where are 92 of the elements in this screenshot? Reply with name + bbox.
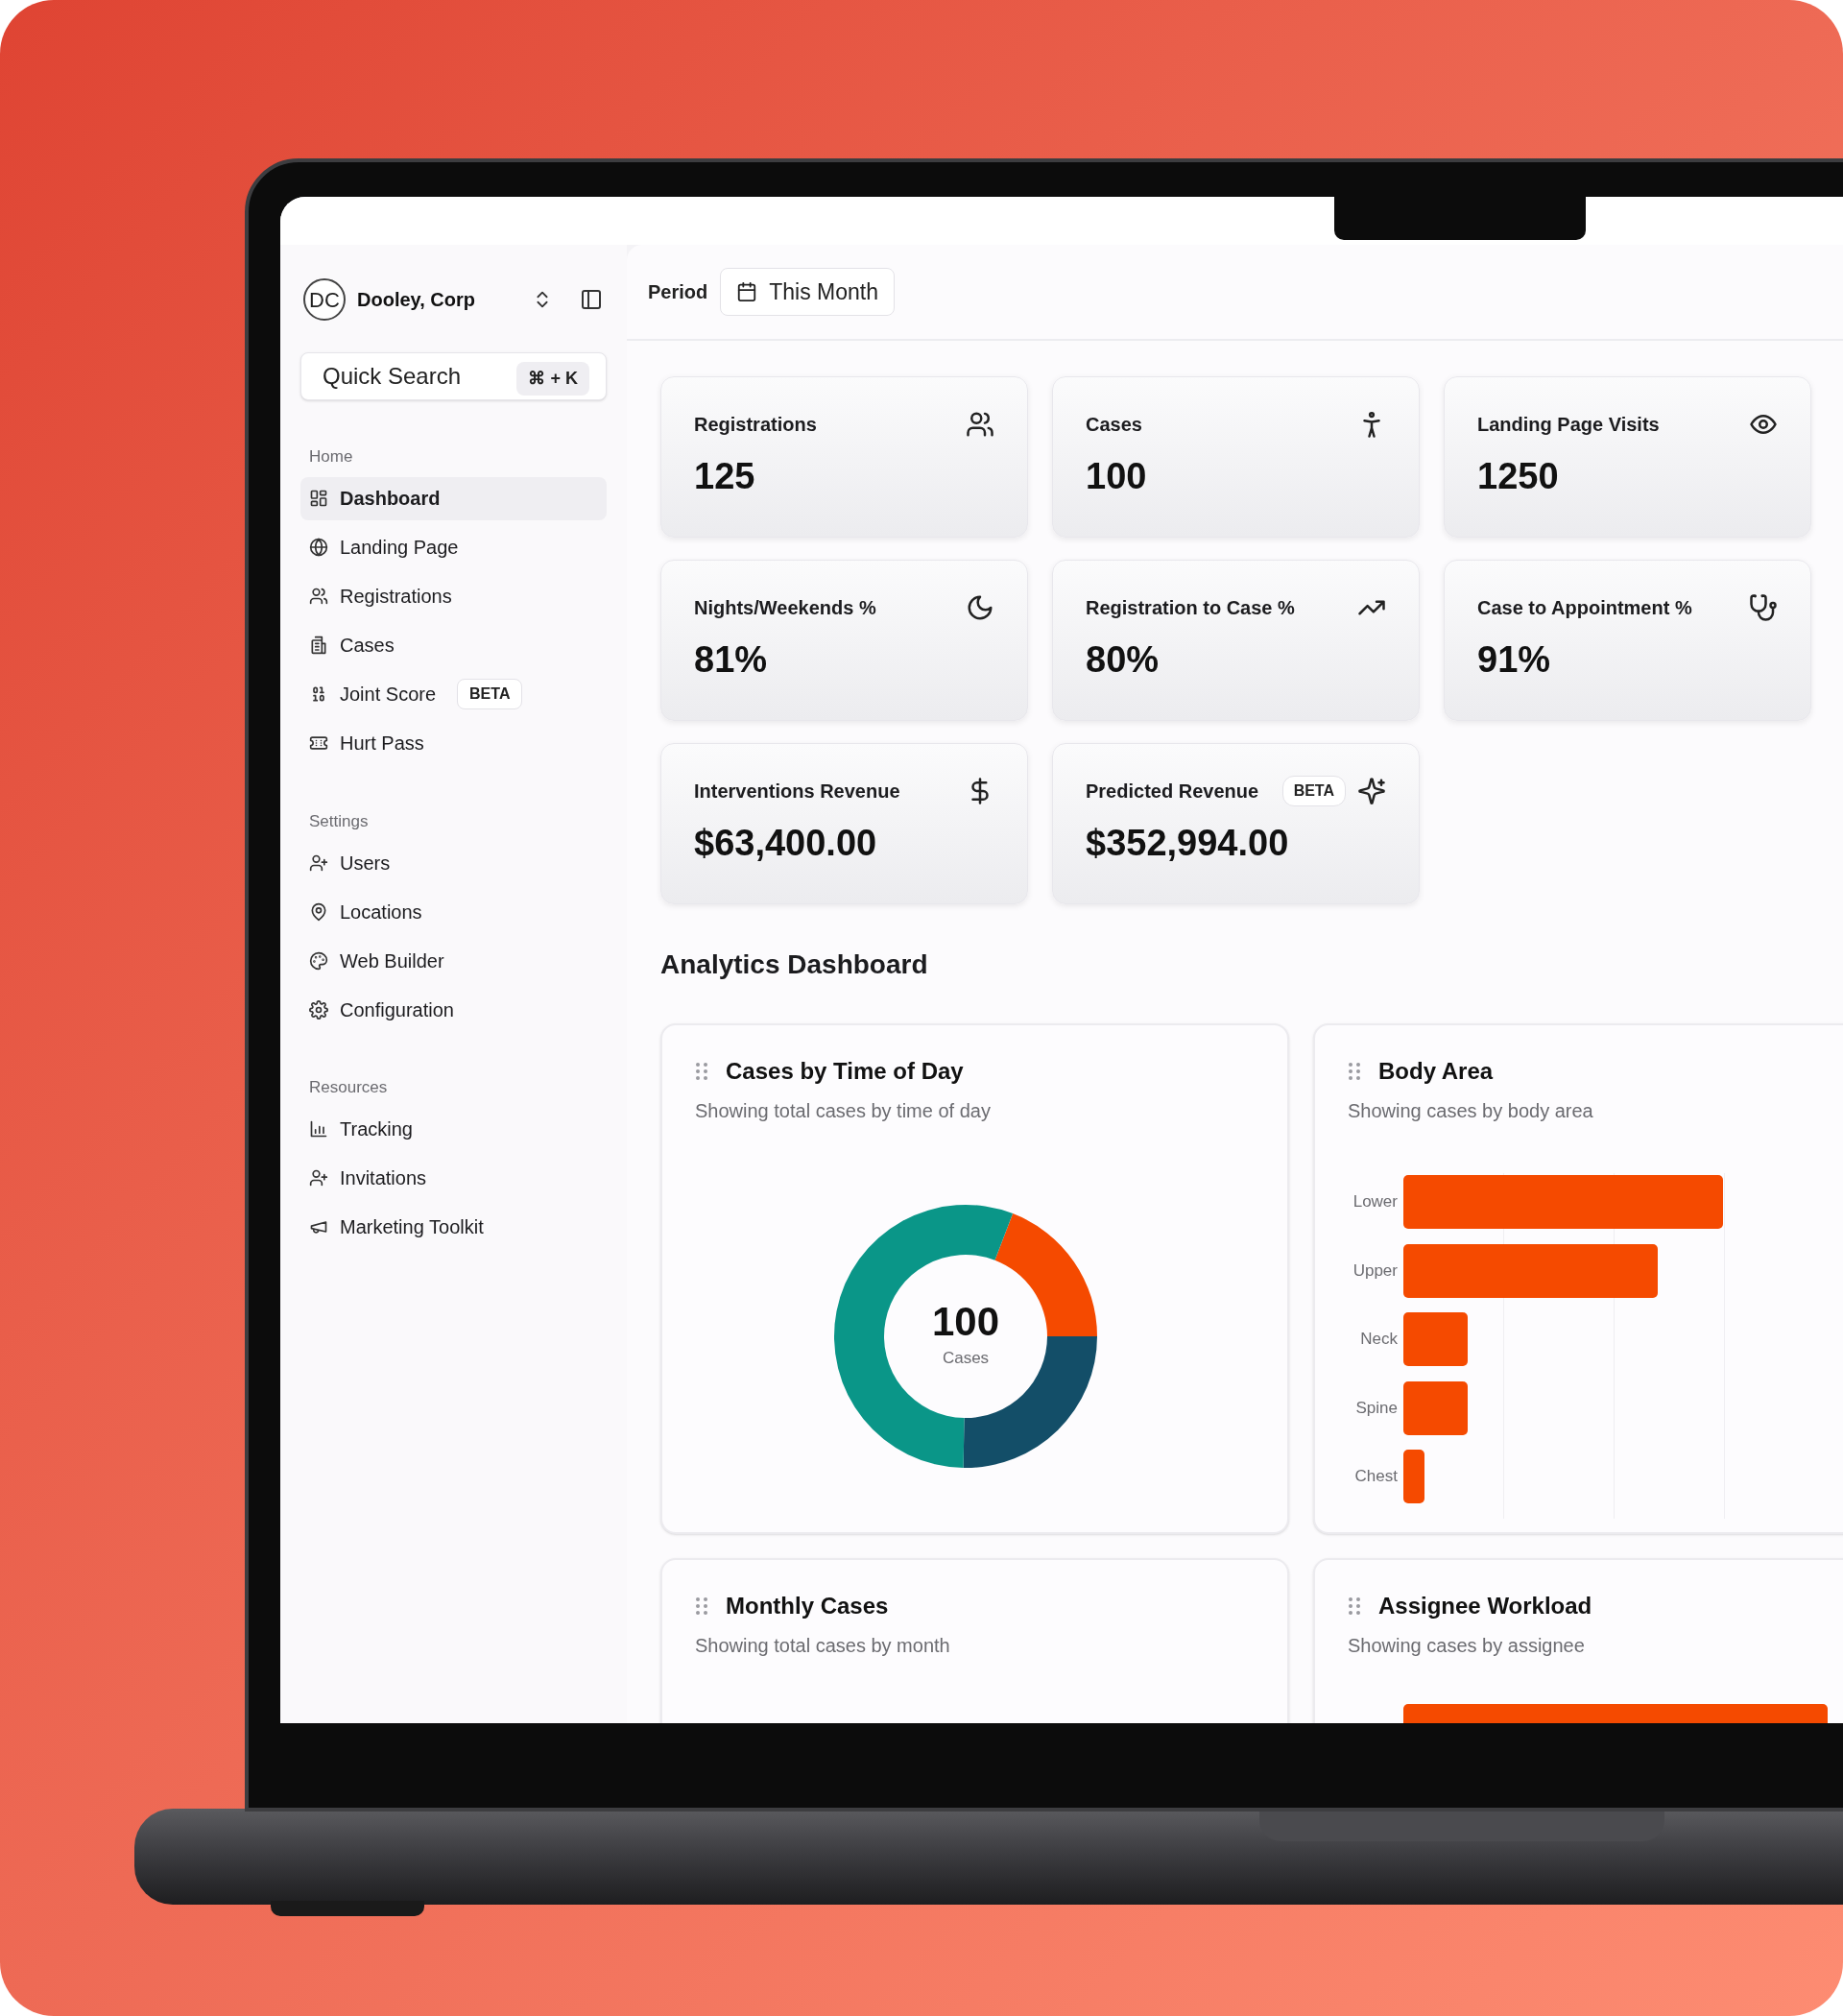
sidebar-item[interactable]: Dashboard bbox=[300, 476, 607, 520]
map-pin-icon bbox=[309, 901, 328, 922]
bar-label: Chest bbox=[1353, 1466, 1398, 1488]
sidebar-item[interactable]: Configuration bbox=[300, 988, 607, 1031]
stat-label: Nights/Weekends % bbox=[694, 596, 876, 620]
period-dropdown[interactable]: This Month bbox=[720, 268, 895, 316]
sidebar-item[interactable]: Web Builder bbox=[300, 939, 607, 982]
sidebar-item-label: Users bbox=[340, 851, 391, 876]
stat-value: 81% bbox=[694, 641, 769, 678]
bar bbox=[1403, 1450, 1424, 1503]
bar-chart-icon bbox=[309, 1119, 328, 1139]
stat-value: 100 bbox=[1086, 458, 1148, 494]
stat-value: 80% bbox=[1086, 641, 1161, 678]
section-label: Resources bbox=[308, 1077, 389, 1098]
grid-icon bbox=[309, 489, 328, 508]
sidebar-item-label: Dashboard bbox=[340, 487, 441, 511]
sidebar-item[interactable]: Invitations bbox=[300, 1156, 607, 1200]
building-icon bbox=[309, 636, 328, 655]
users-icon bbox=[309, 587, 328, 606]
chart-subtitle: Showing total cases by time of day bbox=[695, 1099, 992, 1123]
drag-handle-icon[interactable] bbox=[695, 1596, 708, 1616]
globe-icon bbox=[309, 538, 328, 557]
palette-icon bbox=[309, 950, 328, 971]
donut-center-value: 100 bbox=[931, 1302, 1000, 1343]
bar bbox=[1403, 1380, 1468, 1435]
beta-badge: BETA bbox=[1281, 776, 1346, 806]
sidebar-item[interactable]: Cases bbox=[300, 623, 607, 667]
sidebar-item-label: Tracking bbox=[340, 1117, 413, 1141]
sidebar-item-label: Configuration bbox=[340, 997, 454, 1022]
ticket-icon bbox=[309, 733, 328, 753]
stethoscope-icon bbox=[1749, 593, 1778, 622]
sparkles-icon bbox=[1357, 777, 1386, 805]
bar bbox=[1403, 1312, 1468, 1366]
section-label: Settings bbox=[308, 810, 370, 832]
sidebar-item-label: Locations bbox=[340, 900, 422, 924]
sidebar-item-label: Cases bbox=[340, 634, 395, 658]
stat-label: Registration to Case % bbox=[1086, 596, 1295, 620]
drag-handle-icon[interactable] bbox=[695, 1062, 708, 1081]
chart-subtitle: Showing cases by assignee bbox=[1348, 1634, 1586, 1658]
chart-title: Body Area bbox=[1378, 1057, 1494, 1086]
sidebar-item-label: Invitations bbox=[340, 1166, 427, 1190]
settings-icon bbox=[309, 999, 328, 1020]
stat-label: Interventions Revenue bbox=[694, 780, 900, 804]
sidebar-item[interactable]: Marketing Toolkit bbox=[300, 1205, 607, 1249]
stat-value: 91% bbox=[1477, 641, 1552, 678]
sidebar-item[interactable]: Tracking bbox=[300, 1107, 607, 1151]
sidebar-item-label: Web Builder bbox=[340, 948, 444, 973]
stat-value: 1250 bbox=[1477, 458, 1560, 494]
stat-label: Landing Page Visits bbox=[1477, 413, 1660, 437]
user-plus-icon bbox=[309, 1168, 328, 1188]
calendar-icon bbox=[736, 281, 758, 302]
stat-label: Predicted Revenue bbox=[1086, 780, 1259, 804]
bar-label: Neck bbox=[1359, 1329, 1398, 1351]
section-title: Analytics Dashboard bbox=[660, 948, 929, 981]
sidebar-item[interactable]: Registrations bbox=[300, 574, 607, 618]
users-icon bbox=[966, 410, 994, 439]
stat-label: Cases bbox=[1086, 413, 1142, 437]
drag-handle-icon[interactable] bbox=[1348, 1062, 1361, 1081]
sidebar-item-label: Joint Score bbox=[340, 683, 437, 707]
chart-title: Assignee Workload bbox=[1378, 1592, 1592, 1620]
sidebar-item[interactable]: Hurt Pass bbox=[300, 721, 607, 765]
chart-subtitle: Showing total cases by month bbox=[695, 1634, 951, 1658]
chart-title: Monthly Cases bbox=[726, 1592, 889, 1620]
chart-subtitle: Showing cases by body area bbox=[1348, 1099, 1594, 1123]
stat-label: Registrations bbox=[694, 413, 817, 437]
sidebar-toggle-icon bbox=[580, 288, 603, 311]
stat-value: $352,994.00 bbox=[1086, 825, 1290, 861]
moon-icon bbox=[966, 593, 994, 622]
sidebar-item-label: Hurt Pass bbox=[340, 732, 424, 756]
chart-title: Cases by Time of Day bbox=[726, 1057, 964, 1086]
drag-handle-icon[interactable] bbox=[1348, 1596, 1361, 1616]
sidebar-item-label: Registrations bbox=[340, 585, 452, 609]
stat-label: Case to Appointment % bbox=[1477, 596, 1692, 620]
bar-label: Spine bbox=[1354, 1397, 1398, 1419]
sidebar-item[interactable]: Landing Page bbox=[300, 525, 607, 569]
period-label: Period bbox=[648, 280, 708, 304]
stat-value: 125 bbox=[694, 458, 756, 494]
avatar: DC bbox=[303, 278, 346, 321]
sidebar-item[interactable]: Locations bbox=[300, 890, 607, 933]
bar-label: Lower bbox=[1352, 1191, 1398, 1213]
keyboard-shortcut: ⌘ + K bbox=[516, 362, 589, 396]
stat-value: $63,400.00 bbox=[694, 825, 878, 861]
workspace-name: Dooley, Corp bbox=[357, 288, 475, 312]
user-plus-icon bbox=[309, 852, 328, 873]
sidebar-item[interactable]: Joint Score BETA bbox=[300, 672, 607, 716]
sidebar-item-label: Marketing Toolkit bbox=[340, 1215, 484, 1239]
sidebar-item[interactable]: Users bbox=[300, 841, 607, 884]
section-label: Home bbox=[308, 446, 354, 468]
bar-label: Upper bbox=[1352, 1260, 1398, 1282]
sidebar-item-label: Landing Page bbox=[340, 536, 459, 560]
beta-badge: BETA bbox=[457, 679, 523, 709]
donut-center-label: Cases bbox=[942, 1348, 990, 1370]
